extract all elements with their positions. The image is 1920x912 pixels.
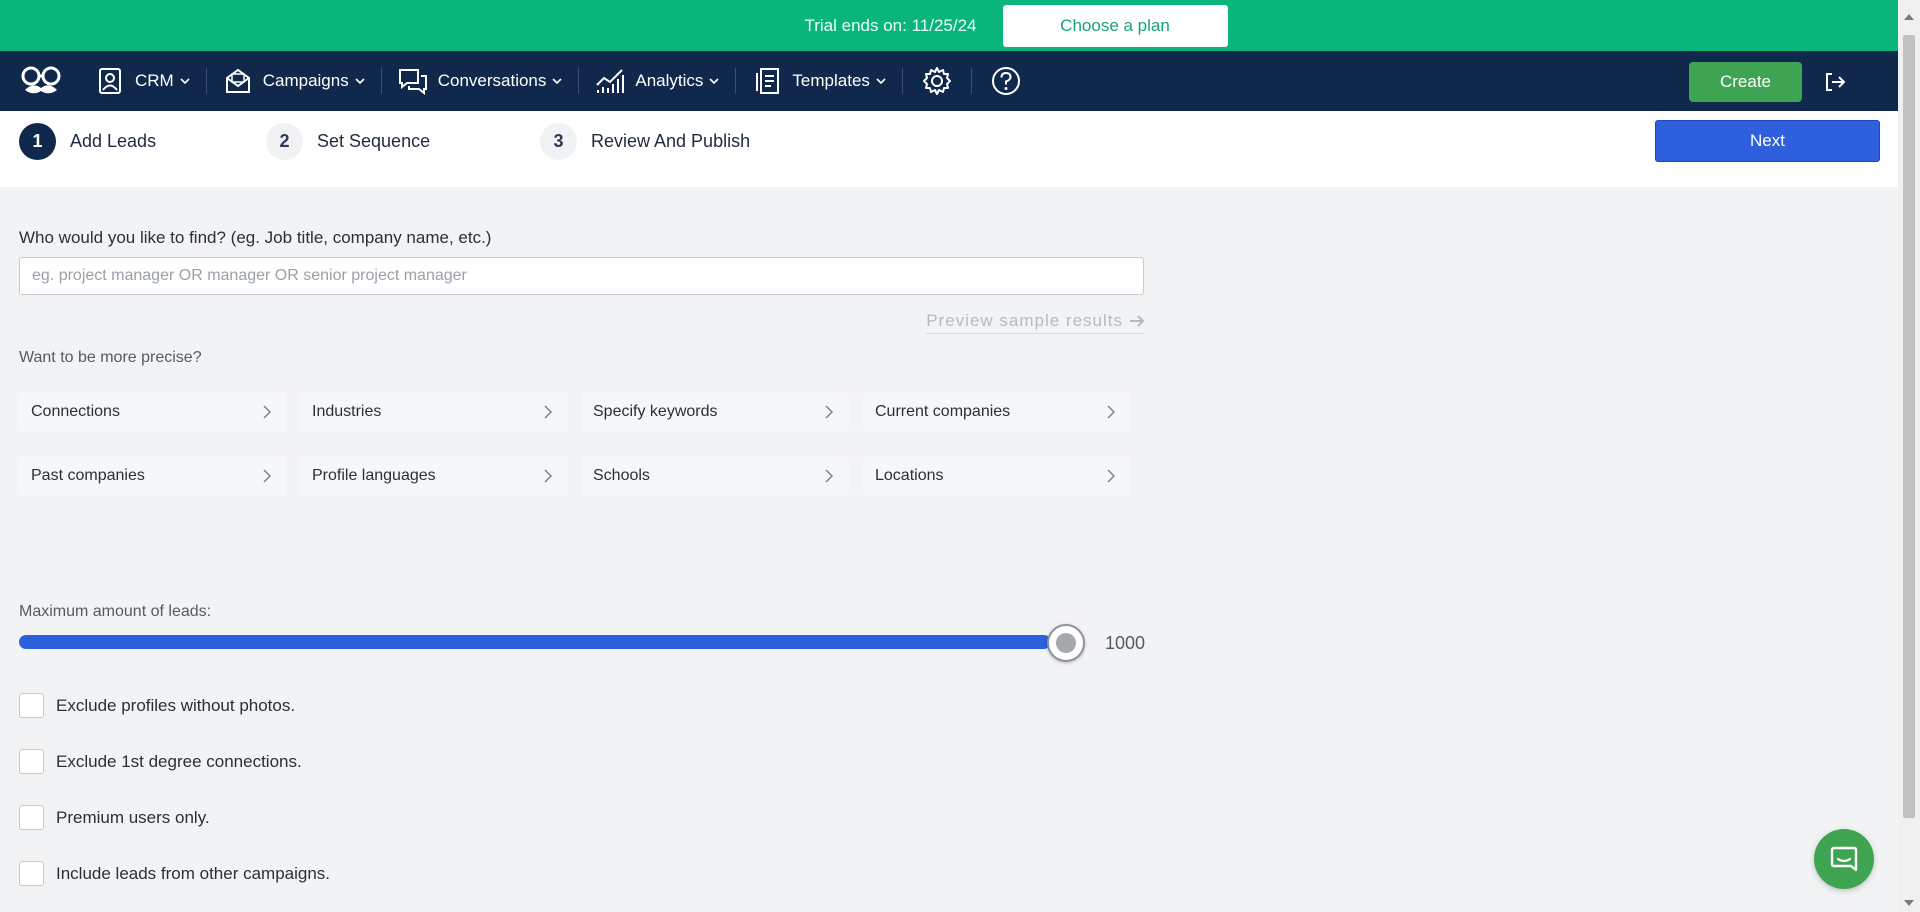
- exclude-no-photos-checkbox-row[interactable]: Exclude profiles without photos.: [19, 693, 295, 718]
- page-scrollbar[interactable]: [1898, 0, 1920, 912]
- nav-divider: [970, 68, 972, 94]
- nav-crm[interactable]: CRM: [95, 51, 190, 111]
- scrollbar-thumb[interactable]: [1903, 35, 1915, 818]
- nav-crm-label: CRM: [135, 71, 174, 90]
- max-leads-slider-handle[interactable]: [1047, 624, 1085, 662]
- contact-card-icon: [95, 66, 125, 96]
- gear-icon[interactable]: [919, 63, 955, 99]
- filter-label: Locations: [875, 467, 944, 484]
- filter-locations[interactable]: Locations: [863, 456, 1131, 496]
- filter-label: Profile languages: [312, 467, 436, 484]
- nav-conversations[interactable]: Conversations: [398, 51, 563, 111]
- search-label: Who would you like to find? (eg. Job tit…: [19, 228, 492, 247]
- filter-label: Specify keywords: [593, 403, 718, 420]
- chevron-right-icon: [263, 469, 275, 483]
- chevron-right-icon: [825, 405, 837, 419]
- choose-plan-button[interactable]: Choose a plan: [1002, 4, 1228, 47]
- chevron-down-icon: [552, 76, 562, 86]
- step-number: 1: [19, 123, 56, 160]
- preview-label: Preview sample results: [926, 311, 1123, 330]
- precise-label: Want to be more precise?: [19, 349, 202, 366]
- chevron-down-icon: [709, 76, 719, 86]
- filter-label: Current companies: [875, 403, 1011, 420]
- chevron-right-icon: [544, 405, 556, 419]
- filter-label: Industries: [312, 403, 382, 420]
- mustache-glasses-logo-icon[interactable]: [18, 61, 64, 101]
- checkbox-label: Exclude 1st degree connections.: [56, 751, 302, 771]
- trial-banner: Trial ends on: 11/25/24 Choose a plan: [0, 0, 1920, 51]
- scroll-down-arrow-icon[interactable]: [1904, 900, 1914, 906]
- analytics-chart-icon: [595, 66, 625, 96]
- max-leads-value: 1000: [1104, 633, 1145, 653]
- logout-icon[interactable]: [1820, 67, 1850, 97]
- include-other-campaigns-checkbox-row[interactable]: Include leads from other campaigns.: [19, 861, 330, 886]
- nav-analytics[interactable]: Analytics: [595, 51, 719, 111]
- next-button[interactable]: Next: [1655, 120, 1880, 162]
- nav-divider: [380, 68, 382, 94]
- chevron-down-icon: [180, 76, 190, 86]
- step-add-leads[interactable]: 1 Add Leads: [19, 123, 156, 160]
- checkbox[interactable]: [19, 749, 44, 774]
- arrow-right-icon: [1129, 314, 1145, 328]
- create-button[interactable]: Create: [1689, 62, 1802, 102]
- nav-divider: [735, 68, 737, 94]
- chat-widget-icon[interactable]: [1814, 829, 1874, 889]
- checkbox-label: Include leads from other campaigns.: [56, 863, 331, 883]
- exclude-1st-degree-checkbox-row[interactable]: Exclude 1st degree connections.: [19, 749, 302, 774]
- step-label: Add Leads: [70, 131, 157, 151]
- filter-specify-keywords[interactable]: Specify keywords: [581, 392, 849, 432]
- nav-templates-label: Templates: [792, 71, 870, 90]
- checkbox-label: Exclude profiles without photos.: [56, 695, 296, 715]
- nav-divider: [578, 68, 580, 94]
- nav-campaigns-label: Campaigns: [262, 71, 349, 90]
- filter-label: Schools: [593, 467, 650, 484]
- top-navbar: CRM Campaigns Conversations Analytics Te…: [0, 51, 1898, 111]
- campaign-steps-header: 1 Add Leads 2 Set Sequence 3 Review And …: [0, 111, 1898, 187]
- checkbox[interactable]: [19, 805, 44, 830]
- filter-schools[interactable]: Schools: [581, 456, 849, 496]
- scroll-up-arrow-icon[interactable]: [1904, 14, 1914, 20]
- envelope-icon: [223, 66, 253, 96]
- document-icon: [752, 66, 782, 96]
- filter-label: Past companies: [31, 467, 145, 484]
- search-input[interactable]: [19, 257, 1144, 295]
- nav-conversations-label: Conversations: [437, 71, 547, 90]
- nav-templates[interactable]: Templates: [752, 51, 886, 111]
- chevron-right-icon: [544, 469, 556, 483]
- nav-analytics-label: Analytics: [635, 71, 704, 90]
- step-set-sequence[interactable]: 2 Set Sequence: [266, 123, 430, 160]
- checkbox-label: Premium users only.: [56, 807, 210, 827]
- filter-connections[interactable]: Connections: [19, 392, 287, 432]
- chevron-right-icon: [1107, 469, 1119, 483]
- nav-campaigns[interactable]: Campaigns: [223, 51, 365, 111]
- premium-only-checkbox-row[interactable]: Premium users only.: [19, 805, 210, 830]
- max-leads-slider-track[interactable]: [19, 635, 1051, 649]
- filter-current-companies[interactable]: Current companies: [863, 392, 1131, 432]
- nav-divider: [205, 68, 207, 94]
- max-leads-label: Maximum amount of leads:: [19, 603, 212, 620]
- help-circle-icon[interactable]: [988, 63, 1024, 99]
- chevron-right-icon: [263, 405, 275, 419]
- chat-bubbles-icon: [398, 66, 428, 96]
- chevron-right-icon: [1107, 405, 1119, 419]
- checkbox[interactable]: [19, 693, 44, 718]
- chevron-down-icon: [355, 76, 365, 86]
- chevron-right-icon: [825, 469, 837, 483]
- checkbox[interactable]: [19, 861, 44, 886]
- filter-industries[interactable]: Industries: [300, 392, 568, 432]
- filter-profile-languages[interactable]: Profile languages: [300, 456, 568, 496]
- filter-past-companies[interactable]: Past companies: [19, 456, 287, 496]
- nav-divider: [901, 68, 903, 94]
- step-number: 2: [266, 123, 303, 160]
- step-review-and-publish[interactable]: 3 Review And Publish: [540, 123, 750, 160]
- step-number: 3: [540, 123, 577, 160]
- step-label: Review And Publish: [591, 131, 751, 151]
- filter-label: Connections: [31, 403, 120, 420]
- chevron-down-icon: [876, 76, 886, 86]
- trial-ends-text: Trial ends on: 11/25/24: [804, 15, 977, 35]
- preview-sample-results-link[interactable]: Preview sample results: [926, 311, 1145, 334]
- step-label: Set Sequence: [317, 131, 431, 151]
